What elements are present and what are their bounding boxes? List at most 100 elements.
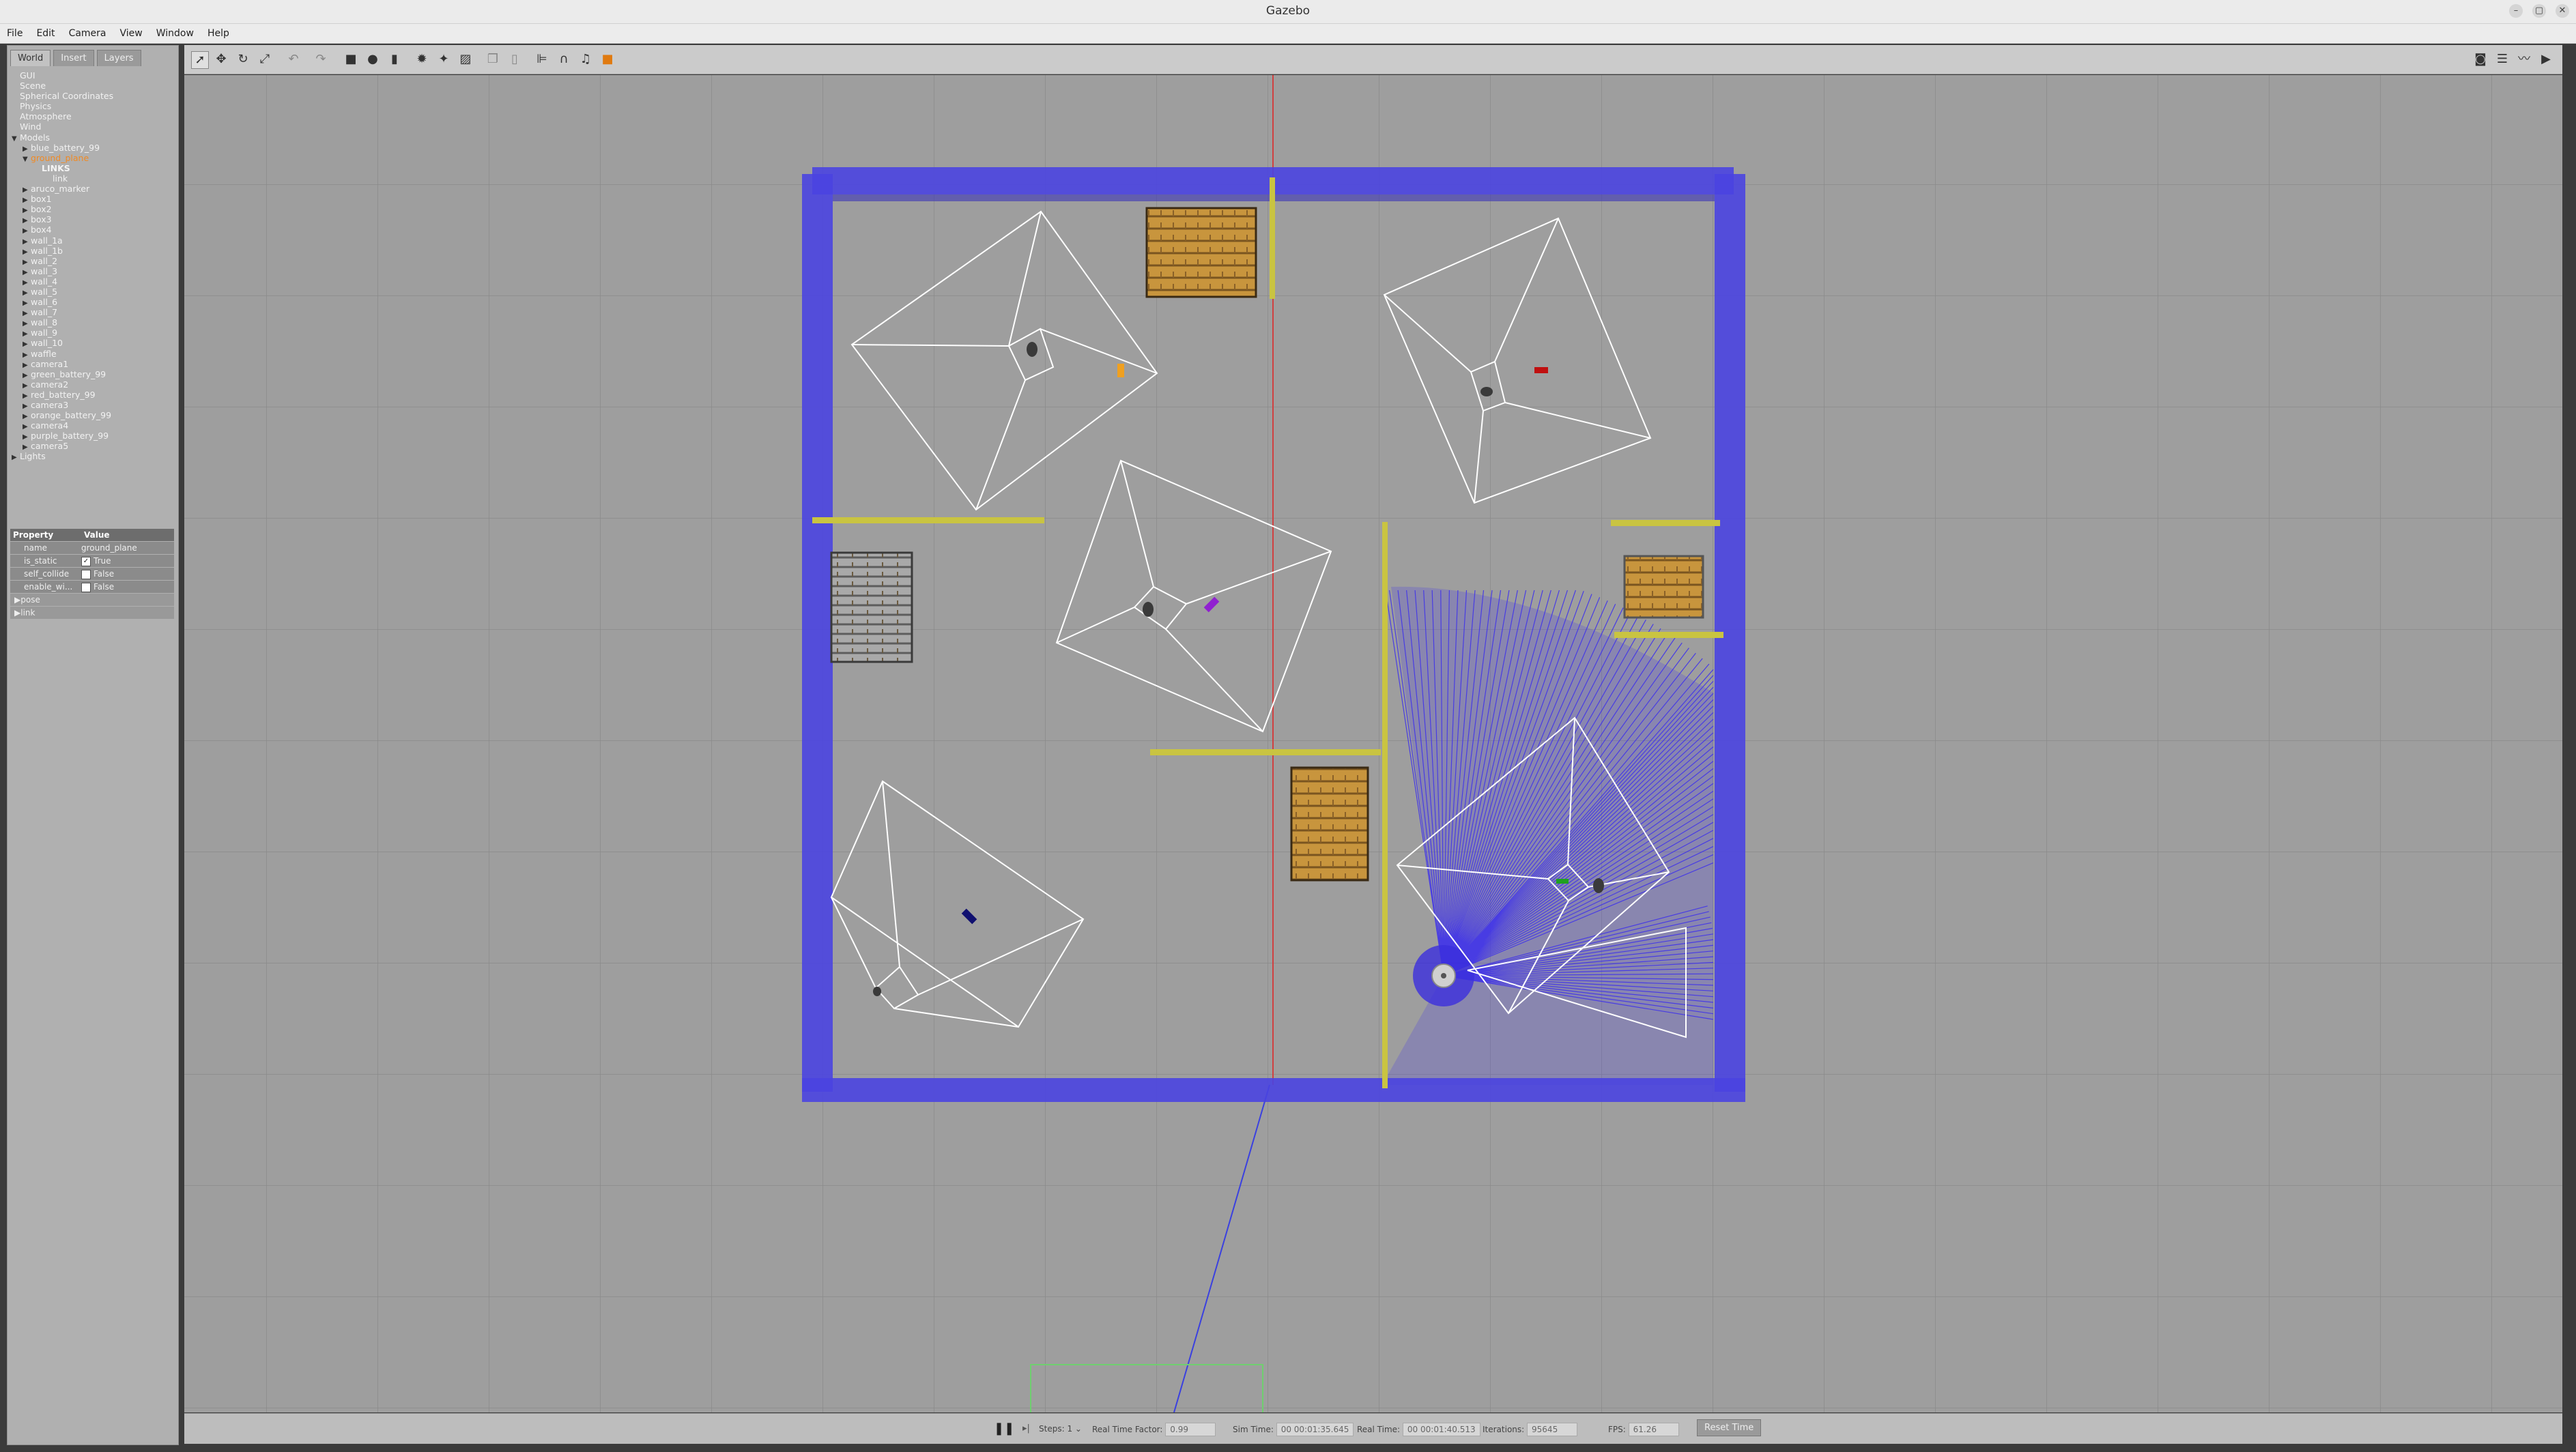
collapsed-arrow-icon[interactable]: ▶ [14,594,20,606]
paste-icon[interactable]: ▯ [506,51,523,68]
unchecked-checkbox-icon[interactable] [81,582,91,592]
snap-icon[interactable]: ∩ [556,51,572,68]
property-value[interactable]: False [78,581,174,593]
tree-item-waffle[interactable]: ▶ waffle [12,349,174,359]
collapsed-arrow-icon[interactable]: ▶ [14,607,20,619]
tree-item-camera1[interactable]: ▶ camera1 [12,359,174,369]
unchecked-checkbox-icon[interactable] [81,569,91,579]
tree-item-blue-battery-99[interactable]: ▶ blue_battery_99 [12,143,174,153]
undo-icon[interactable]: ↶ [285,51,302,68]
tree-item-gui[interactable]: GUI [12,70,174,81]
tree-item-models[interactable]: ▼ Models [12,132,174,143]
plot-icon[interactable]: 〰 [2516,51,2532,68]
tree-item-box1[interactable]: ▶ box1 [12,194,174,204]
select-tool-icon[interactable]: ➚ [191,51,209,69]
tree-item-links[interactable]: LINKS [12,163,174,173]
property-row-enable-wi-[interactable]: enable_wi... False [10,581,174,593]
sphere-shape-icon[interactable]: ● [364,51,381,68]
tree-item-wall-7[interactable]: ▶ wall_7 [12,307,174,317]
audio-icon[interactable]: ♫ [577,51,594,68]
tree-item-camera2[interactable]: ▶ camera2 [12,379,174,390]
view-angle-icon[interactable]: ■ [599,51,616,68]
menu-camera[interactable]: Camera [62,24,113,43]
tree-item-wall-1a[interactable]: ▶ wall_1a [12,235,174,246]
tree-item-lights[interactable]: ▶ Lights [12,451,174,461]
redo-icon[interactable]: ↷ [313,51,329,68]
property-row-name[interactable]: name ground_plane [10,542,174,554]
tree-item-wall-5[interactable]: ▶ wall_5 [12,287,174,297]
scene-canvas[interactable] [184,75,2562,1412]
expanded-arrow-icon[interactable]: ▼ [12,134,20,144]
tree-item-link[interactable]: link [12,173,174,184]
tree-item-green-battery-99[interactable]: ▶ green_battery_99 [12,369,174,379]
steps-value[interactable]: 1 [1067,1424,1072,1434]
tree-item-ground-plane[interactable]: ▼ ground_plane [12,153,174,163]
property-group-pose[interactable]: ▶ pose [10,594,174,606]
tree-item-purple-battery-99[interactable]: ▶ purple_battery_99 [12,431,174,441]
menu-edit[interactable]: Edit [29,24,61,43]
step-icon[interactable]: ▸| [1022,1423,1030,1435]
log-icon[interactable]: ☰ [2494,51,2510,68]
tree-item-aruco-marker[interactable]: ▶ aruco_marker [12,184,174,194]
cylinder-shape-icon[interactable]: ▮ [386,51,403,68]
tree-item-box3[interactable]: ▶ box3 [12,214,174,224]
directional-light-icon[interactable]: ▨ [457,51,474,68]
red-battery[interactable] [1534,367,1548,373]
screenshot-icon[interactable]: ◙ [2472,51,2489,68]
tree-item-wall-3[interactable]: ▶ wall_3 [12,266,174,276]
tree-item-wind[interactable]: Wind [12,121,174,132]
reset-time-button[interactable]: Reset Time [1697,1419,1762,1436]
tree-item-wall-4[interactable]: ▶ wall_4 [12,276,174,287]
tree-item-wall-10[interactable]: ▶ wall_10 [12,338,174,348]
tree-item-spherical-coordinates[interactable]: Spherical Coordinates [12,91,174,101]
tree-item-wall-2[interactable]: ▶ wall_2 [12,256,174,266]
property-value[interactable]: ground_plane [78,542,174,554]
menu-view[interactable]: View [113,24,149,43]
property-value[interactable]: False [78,568,174,580]
tree-item-red-battery-99[interactable]: ▶ red_battery_99 [12,390,174,400]
translate-tool-icon[interactable]: ✥ [213,51,229,68]
tree-item-orange-battery-99[interactable]: ▶ orange_battery_99 [12,410,174,420]
tree-item-wall-9[interactable]: ▶ wall_9 [12,328,174,338]
scale-tool-icon[interactable]: ⤢ [257,51,273,68]
tree-item-box4[interactable]: ▶ box4 [12,224,174,235]
tab-layers[interactable]: Layers [96,50,141,66]
box-shape-icon[interactable]: ■ [343,51,359,68]
pause-icon[interactable]: ❚❚ [994,1423,1014,1435]
tree-item-wall-6[interactable]: ▶ wall_6 [12,297,174,307]
point-light-icon[interactable]: ✹ [414,51,430,68]
tree-item-camera3[interactable]: ▶ camera3 [12,400,174,410]
close-button[interactable]: ✕ [2556,4,2569,18]
collapsed-arrow-icon[interactable]: ▶ [12,452,20,463]
tree-item-box2[interactable]: ▶ box2 [12,204,174,214]
tab-insert[interactable]: Insert [53,50,94,66]
tab-world[interactable]: World [10,50,51,66]
property-row-is-static[interactable]: is_static ✓ True [10,555,174,567]
video-record-icon[interactable]: ▶ [2538,51,2554,68]
property-value[interactable]: ✓ True [78,555,174,567]
scene-viewport[interactable] [184,75,2562,1412]
checked-checkbox-icon[interactable]: ✓ [81,556,91,566]
ground-plane[interactable] [184,75,2562,1412]
tree-item-camera5[interactable]: ▶ camera5 [12,441,174,451]
minimize-button[interactable]: – [2509,4,2523,18]
maximize-button[interactable]: ▢ [2532,4,2546,18]
tree-item-camera4[interactable]: ▶ camera4 [12,420,174,431]
property-group-link[interactable]: ▶ link [10,607,174,619]
tree-item-wall-8[interactable]: ▶ wall_8 [12,317,174,328]
tree-item-atmosphere[interactable]: Atmosphere [12,111,174,121]
menu-file[interactable]: File [0,24,29,43]
tree-item-wall-1b[interactable]: ▶ wall_1b [12,246,174,256]
orange-battery[interactable] [1117,364,1124,377]
property-row-self-collide[interactable]: self_collide False [10,568,174,580]
tree-item-scene[interactable]: Scene [12,81,174,91]
copy-icon[interactable]: ❐ [485,51,501,68]
menu-window[interactable]: Window [149,24,201,43]
spot-light-icon[interactable]: ✦ [435,51,452,68]
menu-help[interactable]: Help [201,24,236,43]
align-icon[interactable]: ⊫ [534,51,550,68]
rotate-tool-icon[interactable]: ↻ [235,51,251,68]
green-battery[interactable] [1556,879,1569,884]
expanded-arrow-icon[interactable]: ▼ [23,154,31,164]
tree-item-physics[interactable]: Physics [12,101,174,111]
